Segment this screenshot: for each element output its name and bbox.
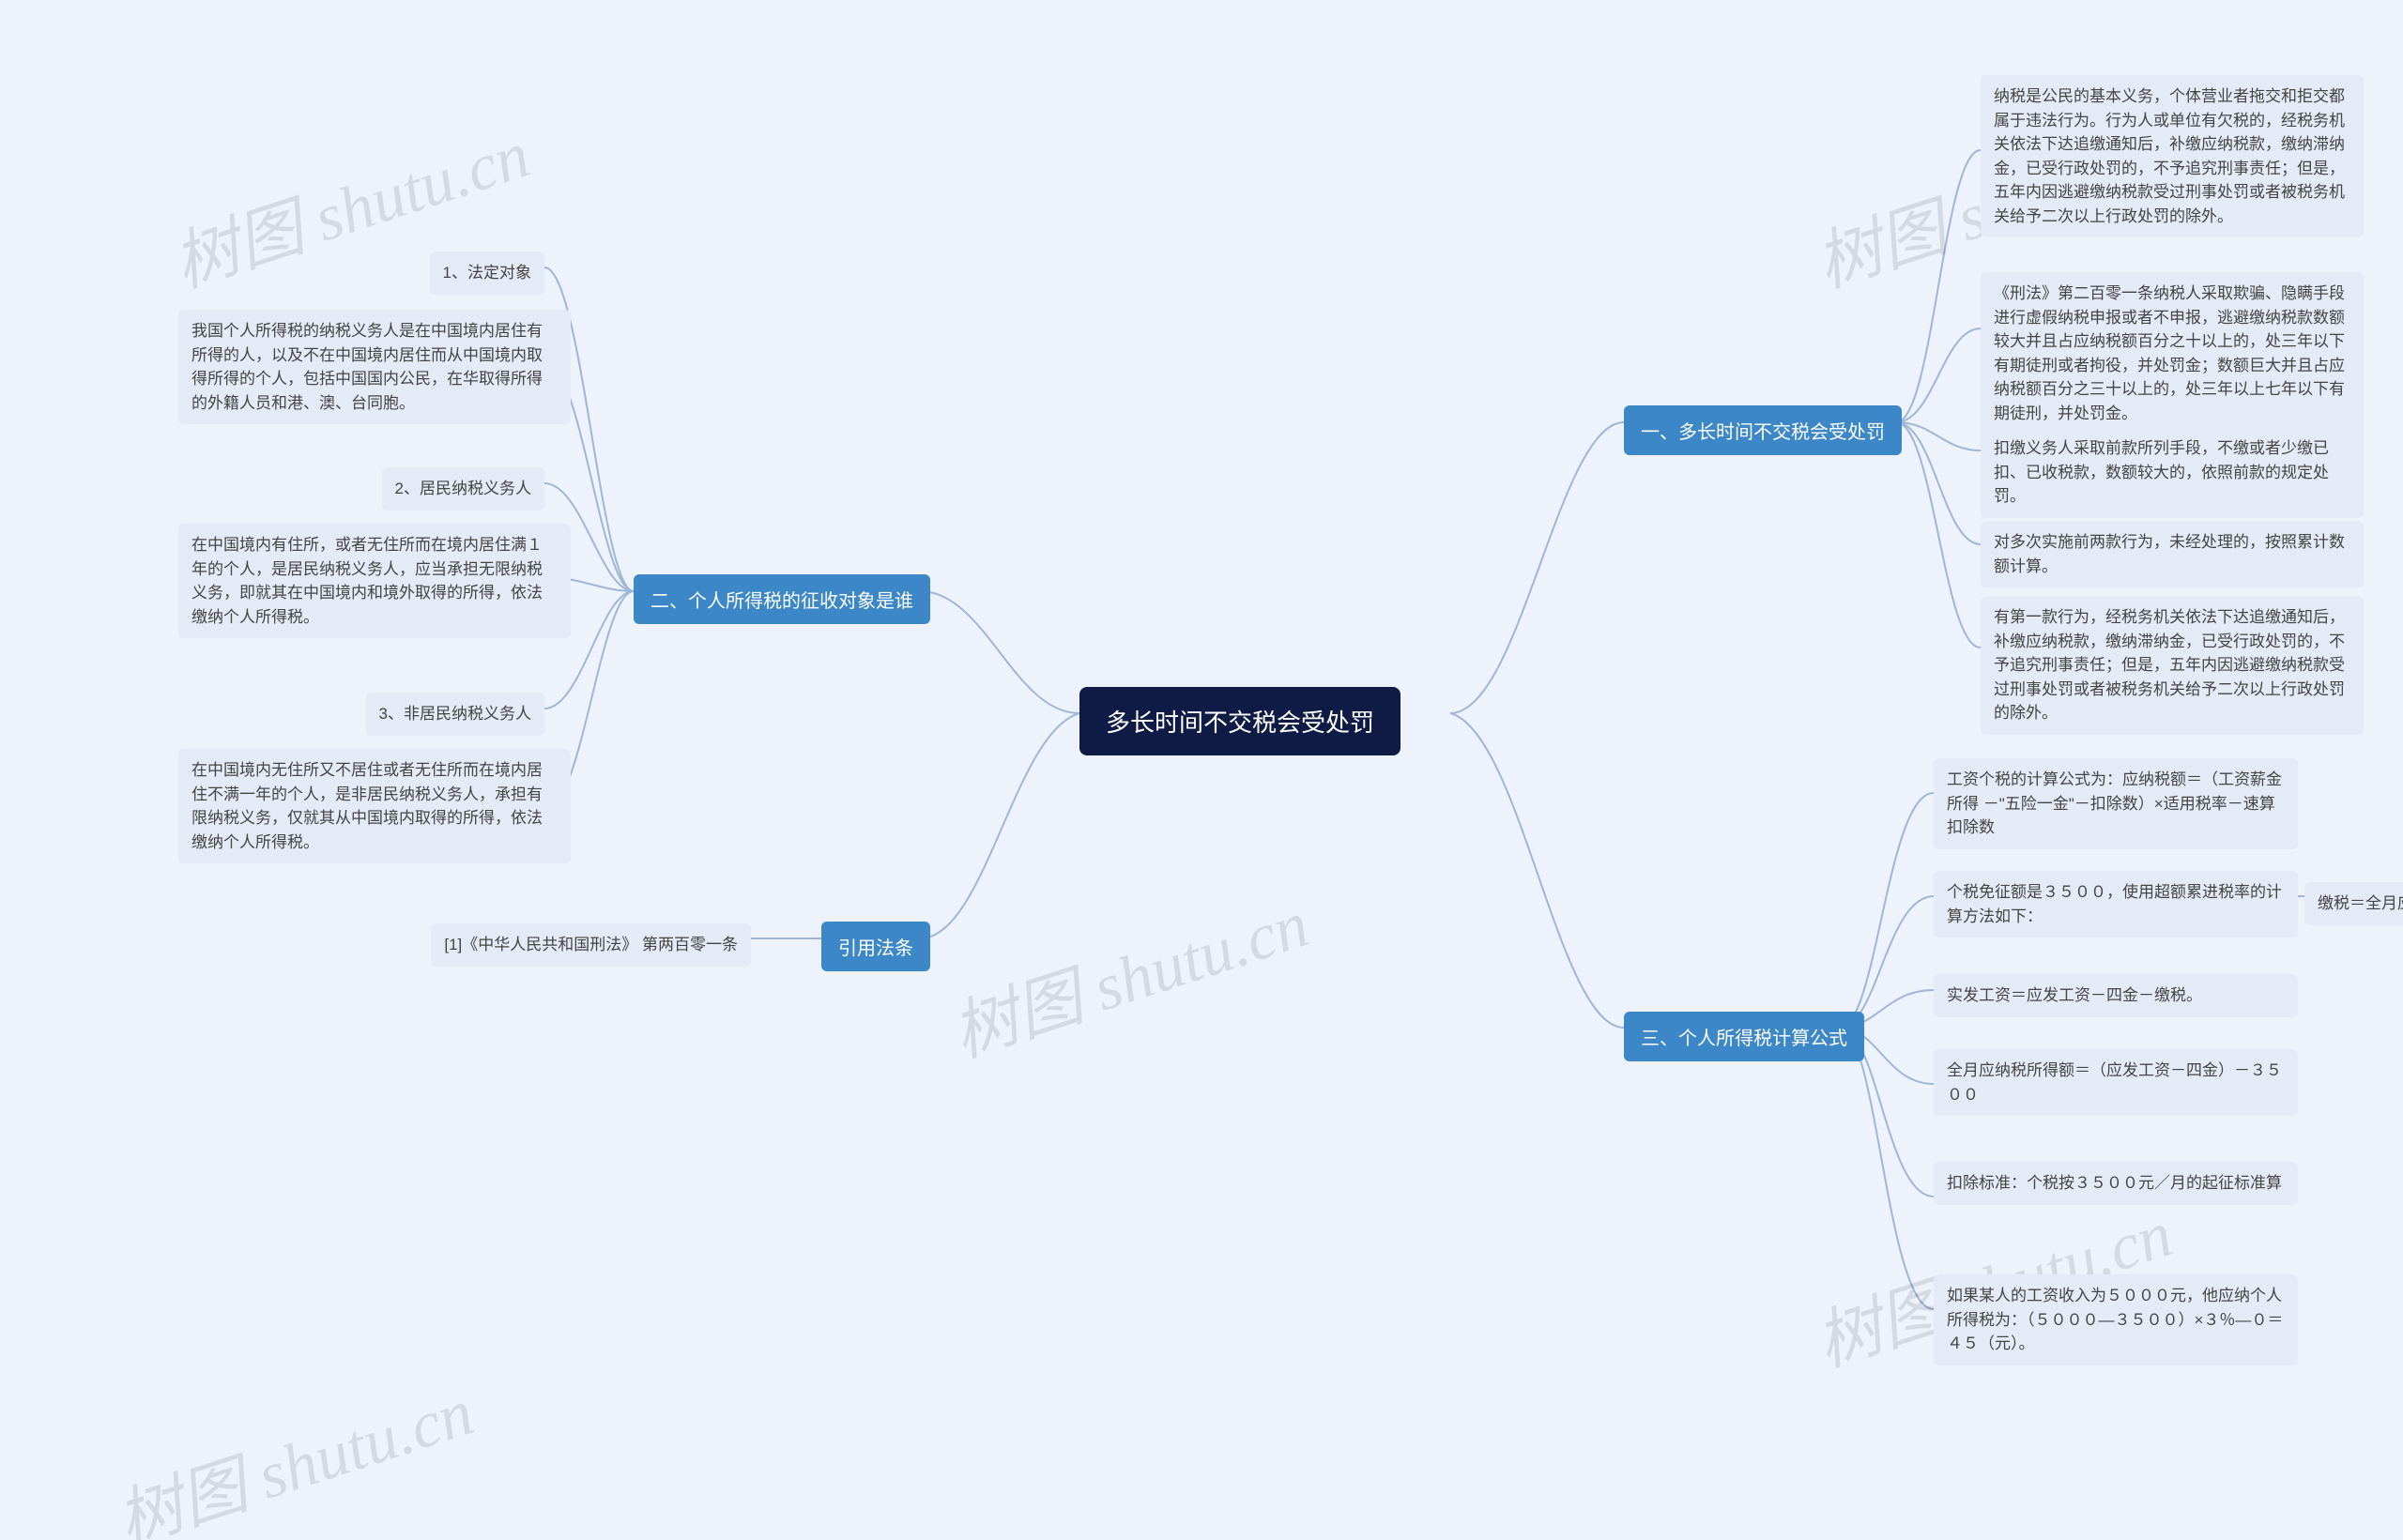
leaf-b2-4: 3、非居民纳税义务人	[366, 693, 544, 736]
leaf-b1-2: 扣缴义务人采取前款所列手段，不缴或者少缴已扣、已收税款，数额较大的，依照前款的规…	[1981, 427, 2364, 518]
branch-node-2: 二、个人所得税的征收对象是谁	[634, 574, 930, 624]
leaf-b1-1: 《刑法》第二百零一条纳税人采取欺骗、隐瞒手段进行虚假纳税申报或者不申报，逃避缴纳…	[1981, 272, 2364, 435]
leaf-b3-1: 个税免征额是３５００，使用超额累进税率的计算方法如下：	[1934, 871, 2298, 938]
leaf-b3-sub: 缴税＝全月应纳税所得额＊税率－速算扣除数	[2304, 882, 2403, 925]
leaf-b2-5: 在中国境内无住所又不居住或者无住所而在境内居住不满一年的个人，是非居民纳税义务人…	[178, 749, 571, 863]
leaf-b1-0: 纳税是公民的基本义务，个体营业者拖交和拒交都属于违法行为。行为人或单位有欠税的，…	[1981, 75, 2364, 237]
leaf-b2-3: 在中国境内有住所，或者无住所而在境内居住满１年的个人，是居民纳税义务人，应当承担…	[178, 524, 571, 638]
leaf-b2-1: 我国个人所得税的纳税义务人是在中国境内居住有所得的人，以及不在中国境内居住而从中…	[178, 310, 571, 424]
leaf-b2-0: 1、法定对象	[430, 252, 544, 295]
leaf-b3-3: 全月应纳税所得额＝（应发工资－四金）－３５００	[1934, 1049, 2298, 1116]
leaf-b1-4: 有第一款行为，经税务机关依法下达追缴通知后，补缴应纳税款，缴纳滞纳金，已受行政处…	[1981, 596, 2364, 735]
branch-node-3: 三、个人所得税计算公式	[1624, 1012, 1864, 1061]
leaf-b3-0: 工资个税的计算公式为：应纳税额＝（工资薪金所得 －"五险一金"－扣除数）×适用税…	[1934, 758, 2298, 849]
branch-node-1: 一、多长时间不交税会受处罚	[1624, 405, 1902, 455]
watermark: 树图 shutu.cn	[939, 872, 1319, 1075]
mindmap-root: 多长时间不交税会受处罚	[1079, 687, 1400, 755]
leaf-b3-4: 扣除标准：个税按３５００元／月的起征标准算	[1934, 1162, 2298, 1205]
leaf-b2-2: 2、居民纳税义务人	[382, 467, 544, 511]
watermark: 树图 shutu.cn	[103, 1360, 483, 1540]
leaf-b3-2: 实发工资＝应发工资－四金－缴税。	[1934, 974, 2298, 1017]
branch-node-4: 引用法条	[821, 922, 930, 971]
leaf-b4-0: [1]《中华人民共和国刑法》 第两百零一条	[431, 923, 751, 967]
leaf-b3-5: 如果某人的工资收入为５０００元，他应纳个人所得税为：（５０００—３５００）×３％…	[1934, 1274, 2298, 1365]
leaf-b1-3: 对多次实施前两款行为，未经处理的，按照累计数额计算。	[1981, 521, 2364, 587]
